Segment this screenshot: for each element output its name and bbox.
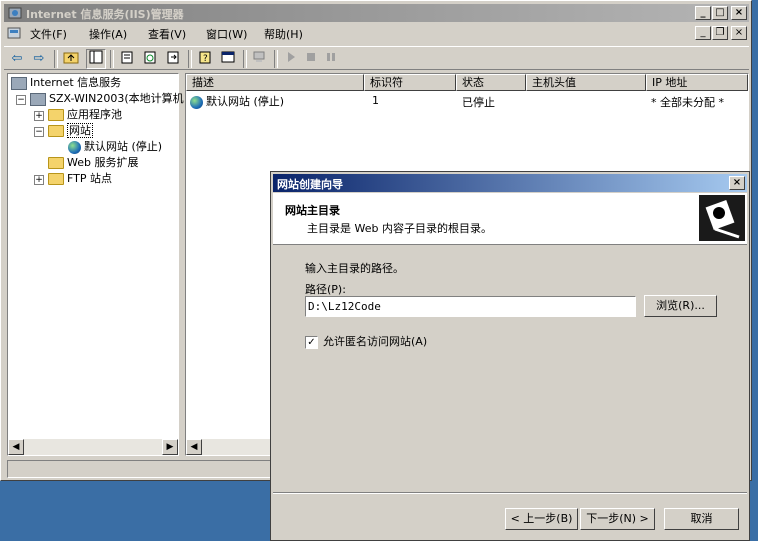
iis-app-icon	[8, 6, 22, 20]
menu-view[interactable]: 查看(V)	[148, 26, 186, 42]
row-ip: * 全部未分配 *	[651, 96, 724, 109]
close-button[interactable]: ×	[731, 6, 747, 20]
row-description-text: 默认网站 (停止)	[206, 95, 285, 108]
tree-item-ftp[interactable]: FTP 站点	[48, 171, 112, 187]
mdi-child-icon	[7, 26, 21, 43]
column-header-ip[interactable]: IP 地址	[646, 74, 748, 91]
up-folder-icon[interactable]	[62, 50, 80, 68]
collapse-server-toggle[interactable]: −	[16, 95, 26, 105]
svg-text:?: ?	[203, 54, 208, 64]
mdi-minimize-button[interactable]: _	[695, 26, 711, 40]
minimize-button[interactable]: _	[695, 6, 711, 20]
browse-button[interactable]: 浏览(R)...	[644, 295, 717, 317]
tree-root[interactable]: Internet 信息服务	[11, 75, 121, 91]
toolbar-separator	[274, 50, 278, 68]
wizard-heading: 网站主目录	[285, 204, 340, 217]
button-divider	[273, 492, 747, 494]
scroll-right-button[interactable]: ▶	[162, 439, 178, 455]
anonymous-access-checkbox[interactable]: ✓	[305, 335, 318, 349]
tree-item-websites-label: 网站	[67, 123, 93, 138]
dialog-close-button[interactable]: ×	[729, 176, 745, 190]
row-id: 1	[372, 94, 379, 107]
window-title: Internet 信息服务(IIS)管理器	[26, 8, 184, 21]
toolbar-separator	[243, 50, 247, 68]
back-arrow-icon[interactable]: ⇦	[8, 50, 26, 68]
menu-help[interactable]: 帮助(H)	[264, 26, 303, 42]
stopped-website-icon	[68, 140, 81, 154]
list-horizontal-scrollbar[interactable]: ◀	[186, 439, 276, 455]
computer-icon[interactable]	[250, 50, 268, 68]
table-row[interactable]: 默认网站 (停止) 1 已停止 * 全部未分配 *	[186, 91, 746, 109]
iis-root-icon	[11, 76, 27, 90]
folder-icon	[48, 157, 64, 169]
menu-file[interactable]: 文件(F)	[30, 26, 67, 42]
tree-item-app-pools-label: 应用程序池	[67, 108, 122, 121]
tree-root-label: Internet 信息服务	[30, 76, 122, 89]
menu-bar: 文件(F) 操作(A) 查看(V) 窗口(W) 帮助(H) _ ❐ ×	[4, 23, 749, 43]
row-status: 已停止	[462, 96, 495, 109]
stopped-website-icon	[190, 95, 203, 109]
path-label: 路径(P):	[305, 283, 346, 296]
wizard-subheading: 主目录是 Web 内容子目录的根目录。	[307, 222, 492, 235]
export-list-icon[interactable]	[164, 50, 182, 68]
dialog-title-bar[interactable]: 网站创建向导 ×	[273, 174, 747, 192]
menu-window[interactable]: 窗口(W)	[206, 26, 247, 42]
column-header-description[interactable]: 描述	[186, 74, 364, 91]
mdi-close-button[interactable]: ×	[731, 26, 747, 40]
mdi-restore-button[interactable]: ❐	[712, 26, 728, 40]
help-icon[interactable]: ?	[196, 50, 214, 68]
wizard-globe-book-icon	[699, 195, 745, 241]
tree-item-app-pools[interactable]: 应用程序池	[48, 107, 122, 123]
wizard-header: 网站主目录 主目录是 Web 内容子目录的根目录。	[273, 193, 747, 245]
tree-pane: Internet 信息服务 − SZX-WIN2003(本地计算机 + 应用程序…	[7, 73, 184, 456]
next-button[interactable]: 下一步(N) >	[580, 508, 655, 530]
menu-action[interactable]: 操作(A)	[89, 26, 127, 42]
tree-item-server-label: SZX-WIN2003(本地计算机	[49, 92, 184, 105]
start-icon[interactable]	[282, 50, 300, 68]
collapse-websites-toggle[interactable]: −	[34, 127, 44, 137]
back-button[interactable]: < 上一步(B)	[505, 508, 578, 530]
scroll-left-button[interactable]: ◀	[186, 439, 202, 455]
column-header-id[interactable]: 标识符	[364, 74, 456, 91]
folder-icon	[48, 125, 64, 137]
anonymous-access-label: 允许匿名访问网站(A)	[323, 335, 428, 348]
tree-item-websites[interactable]: 网站	[48, 123, 93, 139]
tree-item-web-ext-label: Web 服务扩展	[67, 156, 139, 169]
scroll-left-button[interactable]: ◀	[8, 439, 24, 455]
stop-icon[interactable]	[302, 50, 320, 68]
column-header-host[interactable]: 主机头值	[526, 74, 646, 91]
pause-icon[interactable]	[322, 50, 340, 68]
anonymous-access-option[interactable]: ✓ 允许匿名访问网站(A)	[305, 333, 427, 349]
website-creation-wizard-dialog: 网站创建向导 × 网站主目录 主目录是 Web 内容子目录的根目录。 输入主目录…	[270, 171, 750, 541]
column-header-status[interactable]: 状态	[456, 74, 526, 91]
show-hide-console-icon[interactable]	[219, 50, 237, 68]
row-description: 默认网站 (停止)	[190, 93, 284, 109]
dialog-title: 网站创建向导	[277, 178, 343, 191]
show-tree-icon[interactable]	[86, 49, 106, 69]
forward-arrow-icon[interactable]: ⇨	[30, 50, 48, 68]
toolbar-separator	[188, 50, 192, 68]
toolbar-separator	[110, 50, 114, 68]
tree-item-default-site-label: 默认网站 (停止)	[84, 140, 163, 153]
path-prompt: 输入主目录的路径。	[305, 262, 404, 275]
expand-ftp-toggle[interactable]: +	[34, 175, 44, 185]
folder-icon	[48, 109, 64, 121]
tree-horizontal-scrollbar[interactable]: ◀ ▶	[8, 439, 178, 455]
toolbar: ⇦ ⇨ ?	[4, 46, 749, 70]
path-input[interactable]	[305, 296, 636, 317]
toolbar-separator	[54, 50, 58, 68]
tree-item-web-ext[interactable]: Web 服务扩展	[48, 155, 138, 171]
cancel-button[interactable]: 取消	[664, 508, 739, 530]
folder-icon	[48, 173, 64, 185]
tree-item-ftp-label: FTP 站点	[67, 172, 112, 185]
tree-item-server[interactable]: SZX-WIN2003(本地计算机	[30, 91, 184, 107]
tree-item-default-site[interactable]: 默认网站 (停止)	[68, 139, 162, 155]
server-icon	[30, 92, 46, 106]
maximize-button[interactable]: □	[712, 6, 728, 20]
title-bar[interactable]: Internet 信息服务(IIS)管理器 _ □ ×	[4, 4, 749, 22]
expand-app-pools-toggle[interactable]: +	[34, 111, 44, 121]
properties-icon[interactable]	[118, 50, 136, 68]
refresh-icon[interactable]	[141, 50, 159, 68]
